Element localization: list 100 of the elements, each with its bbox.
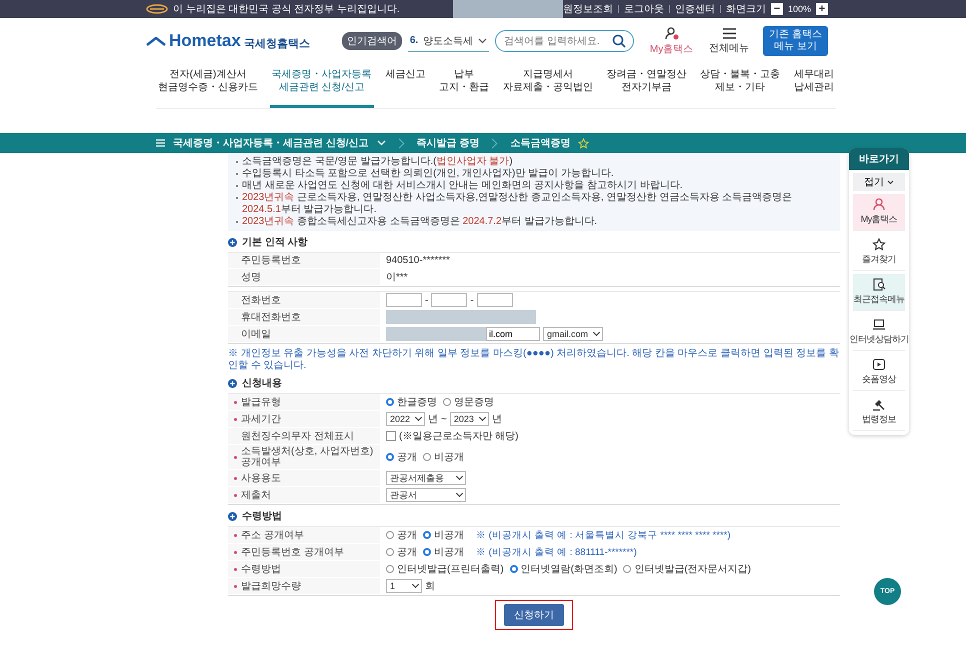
quick-link[interactable]: My홈택스 <box>853 194 905 231</box>
zoom-out-button[interactable]: − <box>770 3 783 15</box>
field-label: 주소 공개여부 <box>234 530 304 540</box>
field-label: 주민등록번호 공개여부 <box>234 546 344 558</box>
chevron-down-icon <box>376 140 386 146</box>
top-link[interactable]: 로그아웃 <box>624 2 664 16</box>
user-icon <box>872 198 886 211</box>
separator-text: - <box>470 294 474 306</box>
field-label: 전화번호 <box>241 294 281 306</box>
unit-text: 년 <box>492 413 502 426</box>
email-domain-select[interactable]: gmail.com <box>543 327 604 341</box>
radio-button[interactable] <box>423 548 431 556</box>
phone-input[interactable] <box>431 293 468 307</box>
radio-button[interactable] <box>386 398 394 406</box>
nav-menu-item[interactable]: 세금신고 <box>383 64 428 108</box>
field-label: 주민등록번호 <box>241 255 301 266</box>
my-hometax-link[interactable]: My홈택스 <box>650 26 694 56</box>
nav-menu-item[interactable]: 상담・불복・고충 제보・기타 <box>698 64 782 108</box>
breadcrumb-item[interactable]: 소득금액증명 <box>510 136 570 150</box>
option-label: 인터넷발급(프린터출력) <box>397 563 504 576</box>
field-label: 발급유형 <box>234 396 281 408</box>
zoom-in-button[interactable]: + <box>816 3 828 15</box>
example-note: ※ (비공개시 출력 예 : 서울특별시 강북구 **** **** **** ****) <box>476 528 731 542</box>
star-icon <box>872 238 886 251</box>
field-label: 성명 <box>241 272 261 282</box>
radio-button[interactable] <box>423 531 431 539</box>
notice-text: 2023년귀속 종합소득세신고자용 소득금액증명은 2024.7.2부터 발급가능합니다. <box>242 216 598 228</box>
field-label: 휴대전화번호 <box>241 312 301 322</box>
option-label: 비공개 <box>434 529 464 542</box>
year-select[interactable]: 2022 <box>386 412 426 426</box>
field-label: 원천징수의무자 전체표시 <box>241 430 354 442</box>
option-label: 공개 <box>397 546 417 559</box>
field-label: 과세기간 <box>234 414 281 424</box>
collapse-button[interactable]: 접기 <box>853 173 905 191</box>
section-title: 수령방법 <box>242 510 282 523</box>
year-select[interactable]: 2023 <box>450 412 489 426</box>
field-label: 이메일 <box>241 328 271 340</box>
top-link[interactable]: 인증센터 <box>674 2 715 16</box>
unit-text: 회 <box>425 580 435 593</box>
legacy-menu-button[interactable]: 기존 홈택스 메뉴 보기 <box>763 26 828 56</box>
top-link[interactable]: 원정보조회 <box>562 2 613 16</box>
chevron-down-icon <box>886 180 894 185</box>
popular-search-badge: 인기검색어 <box>342 32 402 50</box>
site-logo[interactable]: Hometax 국세청홈택스 <box>146 31 310 51</box>
radio-button[interactable] <box>443 398 451 406</box>
option-label: 인터넷열람(화면조회) <box>520 563 618 576</box>
separator-text: - <box>425 294 428 306</box>
dropdown-select[interactable]: 관공서제출용 <box>386 471 466 485</box>
notice-text: 소득금액증명은 국문/영문 발급가능합니다.(법인사업자 불가) <box>242 156 513 168</box>
email-input[interactable]: il.com <box>486 327 540 341</box>
option-label: 한글증명 <box>397 396 437 409</box>
notice-text: 2023년귀속 근로소득자용, 연말정산한 사업소득자용,연말정산한 종교인소득자용, 연말정산한 연금소득자용 소득금액증명은 2024.5.1부터 발급가능합니다. <box>242 192 794 216</box>
field-value: 940510-******* <box>386 255 450 266</box>
play-icon <box>872 358 886 371</box>
phone-input[interactable] <box>386 293 422 307</box>
nav-menu-item[interactable]: 납부 고지・환급 <box>437 64 492 108</box>
menu-icon <box>156 139 165 147</box>
search-icon <box>612 34 626 48</box>
radio-button[interactable] <box>386 453 394 461</box>
menu-icon <box>722 28 736 38</box>
notice-text: 매년 새로운 사업연도 신청에 대한 서비스개시 안내는 메인화면의 공지사항을 참고하시기 바랍니다. <box>242 180 683 192</box>
nav-menu-item[interactable]: 전자(세금)계산서 현금영수증・신용카드 <box>156 64 260 108</box>
radio-button[interactable] <box>423 453 431 461</box>
quick-link[interactable]: 즐겨찾기 <box>853 234 905 271</box>
checkbox[interactable] <box>386 431 396 441</box>
submit-button[interactable]: 신청하기 <box>504 604 564 626</box>
section-bullet-icon <box>228 512 237 520</box>
all-menu-link[interactable]: 전체메뉴 <box>709 28 750 54</box>
nav-menu-item[interactable]: 국세증명・사업자등록 세금관련 신청/신고 <box>270 64 374 108</box>
phone-input[interactable] <box>476 293 513 307</box>
caret-icon <box>478 38 488 44</box>
option-label: 인터넷발급(전자문서지갑) <box>634 563 752 576</box>
nav-menu-item[interactable]: 세무대리 납세관리 <box>792 64 836 108</box>
search-field[interactable]: 검색어를 입력하세요. <box>495 30 634 52</box>
field-label: 소득발생처(상호, 사업자번호) 공개여부 <box>234 446 374 468</box>
unit-text: 년 <box>428 413 438 426</box>
section-title: 신청내용 <box>242 377 282 390</box>
radio-button[interactable] <box>386 565 394 573</box>
gavel-icon <box>872 398 886 411</box>
dropdown-select[interactable]: 관공서 <box>386 488 466 502</box>
favorite-star-icon[interactable] <box>578 138 590 148</box>
breadcrumb-item[interactable]: 즉시발급 증명 <box>416 136 480 150</box>
option-label: 영문증명 <box>454 396 494 409</box>
quick-link[interactable]: 최근접속메뉴 <box>853 274 905 311</box>
option-label: 비공개 <box>434 451 464 464</box>
quantity-select[interactable]: 1 <box>386 579 422 593</box>
radio-button[interactable] <box>510 565 518 573</box>
quick-link[interactable]: 숏폼영상 <box>853 354 905 391</box>
top-link[interactable]: 화면크기 <box>726 2 766 16</box>
radio-button[interactable] <box>623 565 632 573</box>
field-label: 발급희망수량 <box>234 580 301 592</box>
section-bullet-icon <box>228 238 237 246</box>
radio-button[interactable] <box>386 531 394 539</box>
breadcrumb-item[interactable]: 국세증명・사업자등록・세금관련 신청/신고 <box>173 136 369 150</box>
popular-search-dropdown[interactable]: 6. 양도소득세 <box>408 30 490 52</box>
nav-menu-item[interactable]: 장려금・연말정산 전자기부금 <box>604 64 689 108</box>
nav-menu-item[interactable]: 지급명세서 자료제출・공익법인 <box>500 64 595 108</box>
checkbox-label: (※일용근로소득자만 해당) <box>399 430 518 443</box>
radio-button[interactable] <box>386 548 394 556</box>
quick-link[interactable]: 법령정보 <box>853 394 905 431</box>
